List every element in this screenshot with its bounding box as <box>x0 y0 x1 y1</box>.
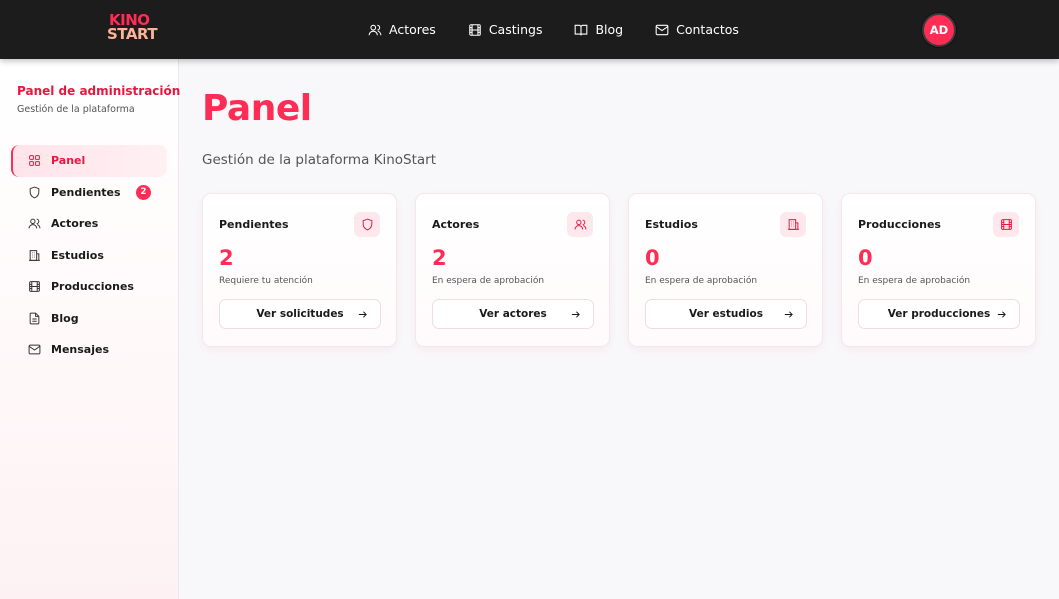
nav-item-castings[interactable]: Castings <box>468 22 543 37</box>
card-caption: En espera de aprobación <box>645 276 758 286</box>
arrow-right-icon <box>996 309 1007 320</box>
card-value: 2 <box>432 246 447 270</box>
book-icon <box>575 24 588 35</box>
sidebar-item-label: Pendientes <box>51 185 121 199</box>
users-icon <box>368 24 382 35</box>
sidebar-item-blog[interactable]: Blog <box>11 303 167 335</box>
sidebar-item-label: Blog <box>51 311 79 325</box>
film-icon <box>29 281 40 293</box>
sidebar-item-label: Mensajes <box>51 343 109 357</box>
card-caption: En espera de aprobación <box>432 276 545 286</box>
card-title: Estudios <box>645 218 698 231</box>
document-icon <box>29 312 40 325</box>
users-icon <box>567 212 593 237</box>
sidebar-item-label: Panel <box>51 154 86 168</box>
button-label: Ver actores <box>479 308 547 320</box>
sidebar-title: Panel de administración <box>17 84 181 98</box>
shield-icon <box>354 212 380 237</box>
sidebar-item-label: Producciones <box>51 280 134 294</box>
mail-icon <box>28 344 41 355</box>
nav-item-actores[interactable]: Actores <box>368 22 436 37</box>
sidebar-item-panel[interactable]: Panel <box>11 145 167 177</box>
pending-count-badge: 2 <box>136 184 151 200</box>
ver-solicitudes-button[interactable]: Ver solicitudes <box>219 299 381 329</box>
film-icon <box>993 212 1019 237</box>
ver-actores-button[interactable]: Ver actores <box>432 299 594 329</box>
grid-icon <box>29 155 40 167</box>
button-label: Ver producciones <box>887 308 991 320</box>
admin-sidebar: Panel de administración Gestión de la pl… <box>0 59 181 599</box>
sidebar-item-producciones[interactable]: Producciones <box>11 271 167 303</box>
stat-card-actores: Actores 2 En espera de aprobación Ver ac… <box>415 193 610 347</box>
building-icon <box>29 249 40 261</box>
nav-item-blog[interactable]: Blog <box>574 22 623 37</box>
film-icon <box>469 23 481 36</box>
button-label: Ver estudios <box>689 308 763 320</box>
card-value: 0 <box>645 246 660 270</box>
sidebar-menu: Panel Pendientes 2 Actores Estudios Prod… <box>11 145 167 366</box>
stat-card-pendientes: Pendientes 2 Requiere tu atención Ver so… <box>202 193 397 347</box>
sidebar-subtitle: Gestión de la plataforma <box>17 104 135 115</box>
sidebar-item-mensajes[interactable]: Mensajes <box>11 334 167 366</box>
building-icon <box>780 212 806 237</box>
card-title: Actores <box>432 218 480 231</box>
stat-card-producciones: Producciones 0 En espera de aprobación V… <box>841 193 1036 347</box>
button-label: Ver solicitudes <box>256 308 344 320</box>
page-subtitle: Gestión de la plataforma KinoStart <box>202 152 437 168</box>
ver-producciones-button[interactable]: Ver producciones <box>858 299 1020 329</box>
user-avatar[interactable]: AD <box>922 13 956 47</box>
sidebar-item-actores[interactable]: Actores <box>11 208 167 240</box>
arrow-right-icon <box>570 309 581 320</box>
card-caption: En espera de aprobación <box>858 276 971 286</box>
top-navbar: KINO START Actores Castings Blog Contact… <box>0 0 1059 59</box>
card-value: 0 <box>858 246 873 270</box>
mail-icon <box>655 24 669 35</box>
kinostart-logo[interactable]: KINO START <box>107 13 163 43</box>
sidebar-item-estudios[interactable]: Estudios <box>11 240 167 272</box>
card-caption: Requiere tu atención <box>219 276 313 286</box>
ver-estudios-button[interactable]: Ver estudios <box>645 299 807 329</box>
stat-card-estudios: Estudios 0 En espera de aprobación Ver e… <box>628 193 823 347</box>
nav-label: Blog <box>595 22 624 37</box>
nav-label: Actores <box>389 22 436 37</box>
logo-line-2: START <box>107 25 158 43</box>
sidebar-item-label: Estudios <box>51 248 104 262</box>
arrow-right-icon <box>783 309 794 320</box>
nav-label: Contactos <box>676 22 739 37</box>
sidebar-item-pendientes[interactable]: Pendientes 2 <box>11 177 167 209</box>
arrow-right-icon <box>357 309 368 320</box>
card-title: Producciones <box>858 218 941 231</box>
users-icon <box>28 218 41 229</box>
card-title: Pendientes <box>219 218 289 231</box>
page-title: Panel <box>202 88 312 129</box>
shield-icon <box>29 186 40 199</box>
card-value: 2 <box>219 246 234 270</box>
nav-item-contactos[interactable]: Contactos <box>655 22 739 37</box>
sidebar-item-label: Actores <box>51 217 99 231</box>
top-nav: Actores Castings Blog Contactos <box>368 0 739 59</box>
nav-label: Castings <box>488 22 543 37</box>
